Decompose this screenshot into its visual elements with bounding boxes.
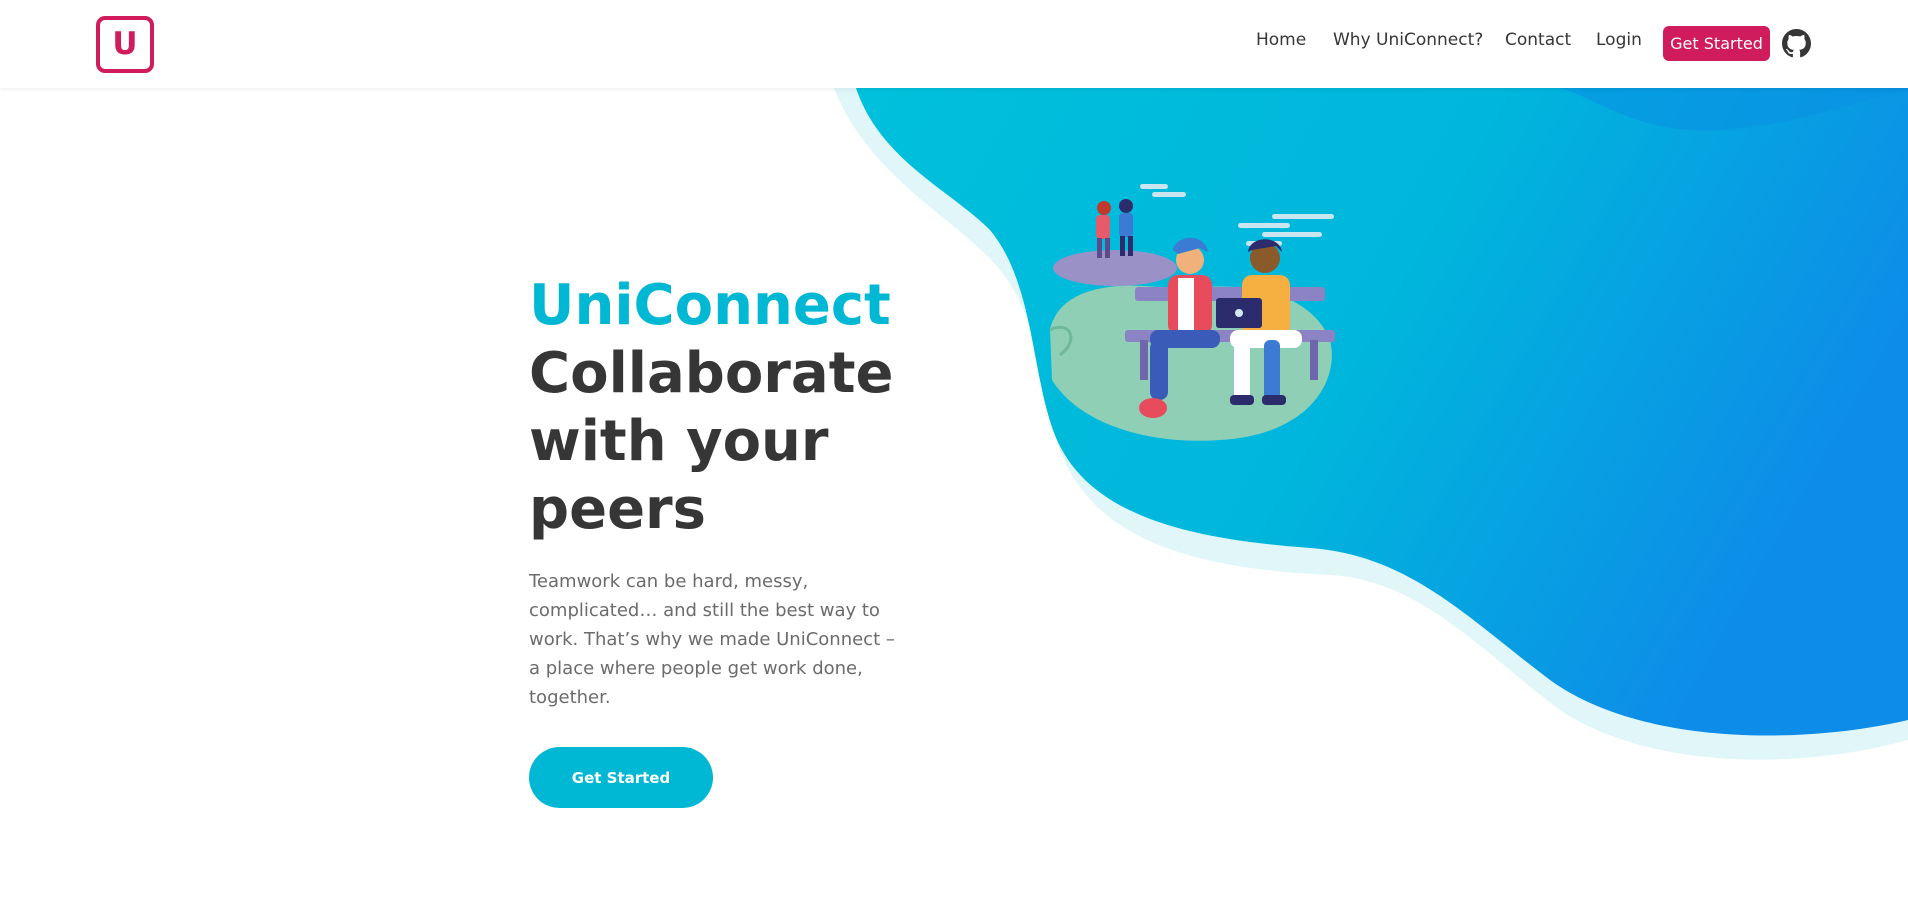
- github-icon[interactable]: [1782, 29, 1811, 58]
- hero-description: Teamwork can be hard, messy, complicated…: [529, 571, 895, 708]
- nav-link-contact[interactable]: Contact: [1505, 28, 1571, 52]
- nav-link-home[interactable]: Home: [1256, 28, 1306, 52]
- hero-get-started-button[interactable]: Get Started: [529, 747, 713, 808]
- logo-letter: U: [112, 26, 138, 62]
- nav-link-why[interactable]: Why UniConnect?: [1333, 28, 1483, 52]
- hero-tagline: Collaborate with your peers: [529, 341, 894, 542]
- hero-title: UniConnect Collaborate with your peers: [529, 272, 949, 544]
- logo[interactable]: U: [96, 16, 154, 73]
- nav-link-login[interactable]: Login: [1596, 28, 1642, 52]
- hero-background-wave: [834, 88, 1908, 760]
- nav-get-started-button[interactable]: Get Started: [1663, 26, 1770, 61]
- people-collaborating-illustration: [1049, 184, 1335, 441]
- hero-brand-name: UniConnect: [529, 273, 891, 338]
- navbar: U Home Why UniConnect? Contact Login Get…: [0, 0, 1908, 88]
